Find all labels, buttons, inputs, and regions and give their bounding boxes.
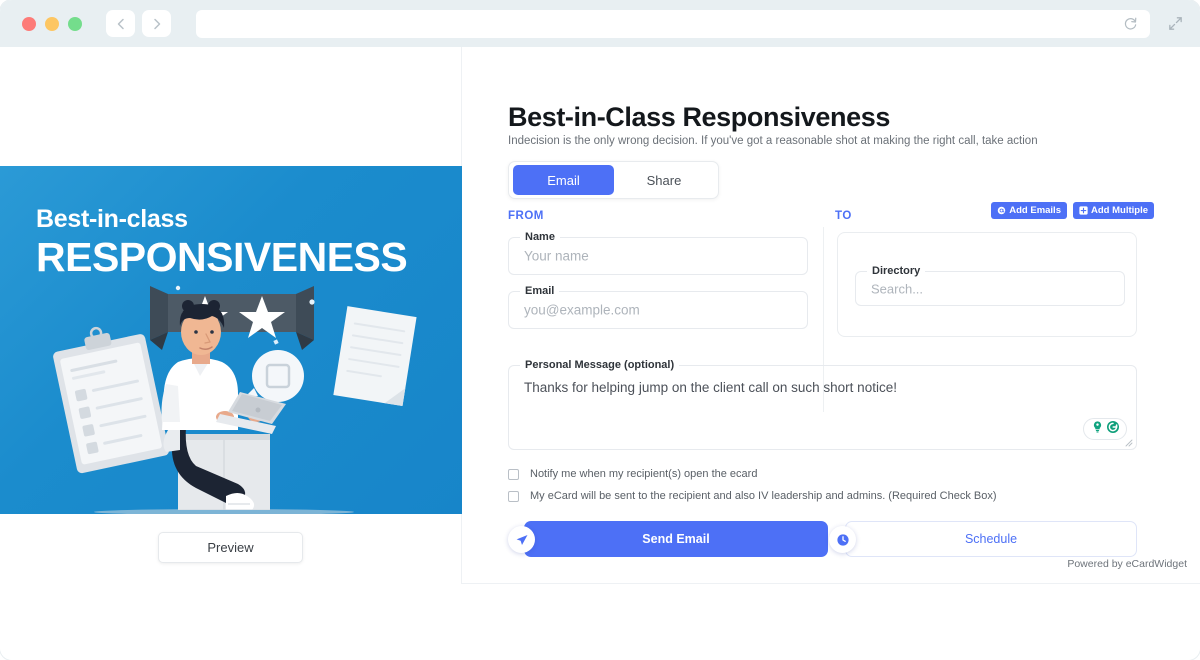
navigation-buttons xyxy=(106,10,171,37)
paper-plane-icon[interactable] xyxy=(508,526,535,553)
add-multiple-label: Add Multiple xyxy=(1091,205,1148,216)
directory-legend: Directory xyxy=(867,265,926,277)
chevron-right-icon xyxy=(153,18,160,29)
schedule-action: Schedule xyxy=(829,521,1137,557)
schedule-button[interactable]: Schedule xyxy=(845,521,1137,557)
textarea-resize-handle[interactable] xyxy=(1125,439,1133,447)
preview-button[interactable]: Preview xyxy=(158,532,303,563)
directory-search-input[interactable]: Search... xyxy=(871,281,923,296)
notify-checkbox[interactable] xyxy=(508,468,519,480)
document-icon xyxy=(333,306,417,406)
sender-name-field[interactable]: Name Your name xyxy=(508,231,808,275)
add-multiple-button[interactable]: Add Multiple xyxy=(1073,202,1154,219)
recipient-add-buttons: Add Emails Add Multiple xyxy=(991,202,1154,219)
banner-with-stars-icon xyxy=(150,285,315,352)
tab-email-label: Email xyxy=(547,172,580,188)
personal-message-field[interactable]: Personal Message (optional) Thanks for h… xyxy=(508,359,1137,450)
clock-icon[interactable] xyxy=(829,526,856,553)
powered-by-note: Powered by eCardWidget xyxy=(1067,558,1187,570)
page-subtitle: Indecision is the only wrong decision. I… xyxy=(508,135,1038,147)
browser-window: Best-in-class RESPONSIVENESS Preview Bes… xyxy=(0,0,1200,660)
personal-message-legend: Personal Message (optional) xyxy=(520,359,680,371)
grammarly-refresh-icon[interactable] xyxy=(1106,420,1120,439)
tab-share[interactable]: Share xyxy=(614,165,714,195)
from-section-label: FROM xyxy=(508,210,544,222)
ecard-form-column: Best-in-Class Responsiveness Indecision … xyxy=(462,47,1200,584)
delivery-method-tabs: Email Share xyxy=(508,161,719,199)
plus-square-icon xyxy=(1079,206,1088,215)
maximize-window-button[interactable] xyxy=(68,16,82,31)
leadership-checkbox[interactable] xyxy=(508,490,519,502)
notify-checkbox-label: Notify me when my recipient(s) open the … xyxy=(530,468,758,480)
lightbulb-icon[interactable] xyxy=(1091,420,1104,438)
add-emails-button[interactable]: Add Emails xyxy=(991,202,1067,219)
ecard-illustration xyxy=(53,285,417,514)
schedule-label: Schedule xyxy=(964,532,1018,546)
back-button[interactable] xyxy=(106,10,135,37)
ecard-image: Best-in-class RESPONSIVENESS xyxy=(0,166,462,514)
at-sign-icon xyxy=(997,206,1006,215)
browser-chrome xyxy=(0,0,1200,47)
reload-icon[interactable] xyxy=(1123,16,1138,31)
recipient-panel: Directory Search... xyxy=(837,232,1137,337)
personal-message-textarea[interactable]: Thanks for helping jump on the client ca… xyxy=(524,380,897,395)
writing-assistant-widget[interactable] xyxy=(1083,418,1127,440)
thought-bubble-icon xyxy=(244,350,304,402)
notify-checkbox-row: Notify me when my recipient(s) open the … xyxy=(508,468,757,480)
page-title: Best-in-Class Responsiveness xyxy=(508,102,890,132)
minimize-window-button[interactable] xyxy=(45,16,59,31)
send-email-button[interactable]: Send Email xyxy=(524,521,828,557)
tab-email[interactable]: Email xyxy=(513,165,614,195)
forward-button[interactable] xyxy=(142,10,171,37)
leadership-checkbox-label: My eCard will be sent to the recipient a… xyxy=(530,490,997,502)
leadership-checkbox-row: My eCard will be sent to the recipient a… xyxy=(508,490,997,502)
sender-email-legend: Email xyxy=(520,285,560,297)
tab-share-label: Share xyxy=(646,172,682,188)
expand-arrows-icon xyxy=(1169,17,1182,30)
window-controls xyxy=(22,16,82,31)
clipboard-icon xyxy=(53,326,169,474)
ecard-heading: Best-in-class RESPONSIVENESS xyxy=(36,205,408,280)
add-emails-label: Add Emails xyxy=(1009,205,1061,216)
sender-email-field[interactable]: Email you@example.com xyxy=(508,285,808,329)
send-email-action: Send Email xyxy=(508,521,828,557)
chevron-left-icon xyxy=(117,18,124,29)
to-section-label: TO xyxy=(835,210,852,222)
fullscreen-button[interactable] xyxy=(1167,15,1184,32)
sender-name-input[interactable]: Your name xyxy=(524,249,589,264)
sender-name-legend: Name xyxy=(520,231,560,243)
page-content: Best-in-class RESPONSIVENESS Preview Bes… xyxy=(0,47,1200,660)
ecard-preview-column: Best-in-class RESPONSIVENESS Preview xyxy=(0,47,462,584)
address-bar[interactable] xyxy=(196,9,1150,38)
ecard-heading-line1: Best-in-class xyxy=(36,205,188,233)
directory-search-field[interactable]: Directory Search... xyxy=(855,265,1125,306)
close-window-button[interactable] xyxy=(22,16,36,31)
ecard-heading-line2: RESPONSIVENESS xyxy=(36,233,408,280)
sender-email-input[interactable]: you@example.com xyxy=(524,303,640,318)
preview-button-label: Preview xyxy=(207,540,254,555)
send-email-label: Send Email xyxy=(642,532,710,546)
